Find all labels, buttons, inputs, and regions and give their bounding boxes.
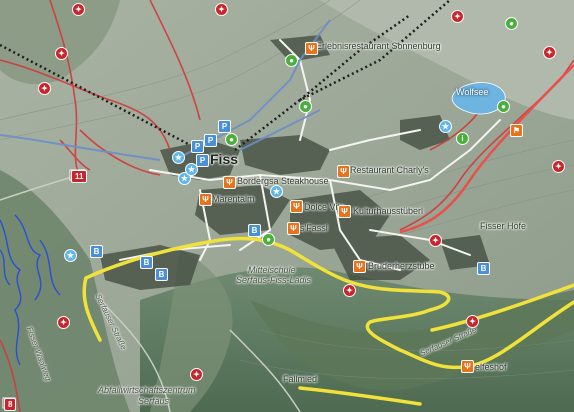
parking-icon[interactable]: P (191, 140, 204, 153)
map-canvas[interactable]: Fiss Wolfsee Fisser Höfe Fallmied Mittel… (0, 0, 574, 412)
parking-icon[interactable]: P (196, 154, 209, 167)
viewpoint-star-icon[interactable]: ★ (172, 151, 185, 164)
parking-icon[interactable]: P (218, 120, 231, 133)
bus-icon[interactable]: B (155, 268, 168, 281)
hiking-icon[interactable]: ✦ (552, 160, 565, 173)
place-fiss[interactable]: Fiss (210, 152, 238, 166)
road-shield-11: 11 (71, 170, 88, 183)
restaurant-icon[interactable]: Ψ (290, 200, 303, 213)
lift-station-icon[interactable]: ● (225, 133, 238, 146)
poi-label-abfall-1[interactable]: Abfallwirtschaftszentrum (98, 386, 196, 395)
lift-station-icon[interactable]: ● (497, 100, 510, 113)
school-label-line1[interactable]: Mittelschule (248, 266, 296, 275)
viewpoint-star-icon[interactable]: ★ (270, 185, 283, 198)
poi-label-bruderherz[interactable]: Bruderherzstube (368, 262, 435, 271)
viewpoint-star-icon[interactable]: ★ (64, 249, 77, 262)
restaurant-icon[interactable]: Ψ (461, 360, 474, 373)
poi-label-abfall-2[interactable]: Serfaus (138, 397, 169, 406)
place-fisser-hoefe[interactable]: Fisser Höfe (480, 222, 526, 231)
hiking-icon[interactable]: ✦ (38, 82, 51, 95)
info-icon[interactable]: i (456, 132, 469, 145)
hiking-icon[interactable]: ✦ (215, 3, 228, 16)
place-wolfsee[interactable]: Wolfsee (456, 88, 488, 97)
poi-label-sfassl[interactable]: s'Fassl (300, 224, 328, 233)
hiking-icon[interactable]: ✦ (72, 3, 85, 16)
poi-label-kultur[interactable]: Kulturhausstüberl (353, 207, 423, 216)
hiking-icon[interactable]: ✦ (55, 47, 68, 60)
poi-label-elfeshof[interactable]: elfeshof (475, 363, 507, 372)
lift-station-icon[interactable]: ● (262, 233, 275, 246)
bus-icon[interactable]: B (477, 262, 490, 275)
restaurant-icon[interactable]: Ψ (199, 193, 212, 206)
hiking-icon[interactable]: ✦ (429, 234, 442, 247)
hiking-icon[interactable]: ✦ (57, 316, 70, 329)
restaurant-icon[interactable]: Ψ (223, 176, 236, 189)
viewpoint-star-icon[interactable]: ★ (439, 120, 452, 133)
hiking-icon[interactable]: ✦ (190, 368, 203, 381)
place-fallmied[interactable]: Fallmied (283, 375, 317, 384)
parking-icon[interactable]: P (204, 134, 217, 147)
hiking-icon[interactable]: ✦ (451, 10, 464, 23)
restaurant-icon[interactable]: Ψ (287, 222, 300, 235)
poi-label-charlys[interactable]: Restaurant Charly's (350, 166, 429, 175)
viewpoint-star-icon[interactable]: ★ (185, 163, 198, 176)
restaurant-icon[interactable]: Ψ (338, 205, 351, 218)
road-shield-8: 8 (4, 398, 17, 411)
hiking-icon[interactable]: ✦ (543, 46, 556, 59)
bus-icon[interactable]: B (90, 245, 103, 258)
restaurant-icon[interactable]: Ψ (337, 165, 350, 178)
bus-icon[interactable]: B (140, 256, 153, 269)
poi-label-sonnenburg[interactable]: Erlebnisrestaurant Sonnenburg (316, 42, 441, 51)
restaurant-icon[interactable]: Ψ (305, 42, 318, 55)
hiking-icon[interactable]: ✦ (466, 315, 479, 328)
lift-station-icon[interactable]: ● (299, 100, 312, 113)
lift-station-icon[interactable]: ● (285, 54, 298, 67)
school-label-line2[interactable]: Serfaus-Fiss-Ladis (236, 276, 311, 285)
viewpoint-pin-icon[interactable]: ✦ (343, 284, 356, 297)
restaurant-icon[interactable]: Ψ (353, 260, 366, 273)
lift-station-icon[interactable]: ● (505, 17, 518, 30)
bus-icon[interactable]: B (248, 224, 261, 237)
poi-label-marentalm[interactable]: Marentalm (212, 195, 255, 204)
poi-label-steakhouse[interactable]: Bordergsa Steakhouse (237, 177, 329, 186)
playground-icon[interactable]: ⚑ (510, 124, 523, 137)
